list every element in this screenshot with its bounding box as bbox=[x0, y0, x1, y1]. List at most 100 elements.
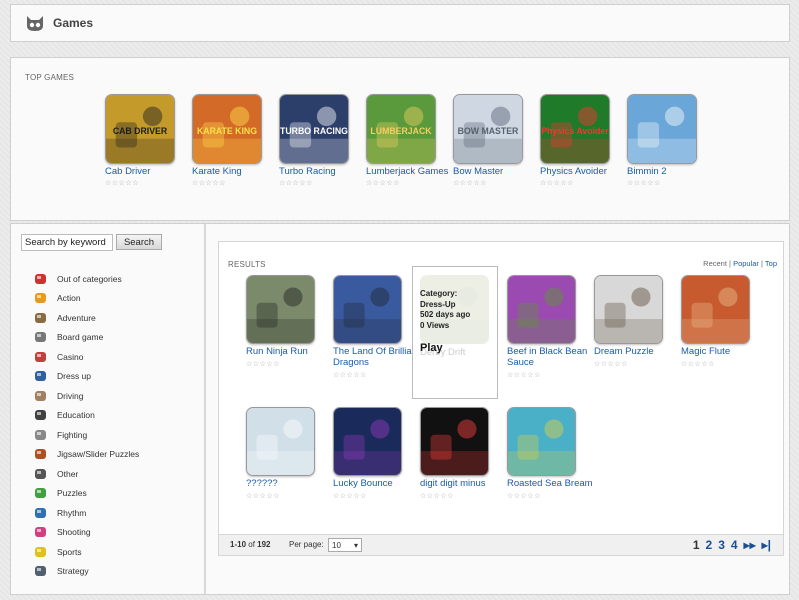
result-item[interactable]: The Land Of Brilliant Dragons ☆☆☆☆☆ bbox=[333, 275, 420, 407]
game-thumbnail[interactable]: LUMBERJACK bbox=[366, 94, 436, 164]
category-item[interactable]: Board game bbox=[33, 328, 139, 348]
game-thumbnail[interactable] bbox=[594, 275, 663, 344]
page-link[interactable]: 3 bbox=[718, 538, 725, 552]
game-thumbnail[interactable]: TURBO RACING bbox=[279, 94, 349, 164]
search-button[interactable]: Search bbox=[116, 234, 162, 250]
top-game-item[interactable]: LUMBERJACK Lumberjack Games ☆☆☆☆☆ bbox=[366, 94, 453, 187]
category-item[interactable]: Education bbox=[33, 406, 139, 426]
game-thumbnail[interactable] bbox=[681, 275, 750, 344]
game-thumbnail[interactable] bbox=[420, 407, 489, 476]
last-icon[interactable]: ▸| bbox=[762, 538, 771, 552]
game-thumbnail[interactable] bbox=[246, 275, 315, 344]
rating-stars: ☆☆☆☆☆ bbox=[246, 361, 280, 368]
category-icon bbox=[33, 447, 48, 461]
game-thumbnail[interactable] bbox=[627, 94, 697, 164]
page-link[interactable]: 2 bbox=[706, 538, 713, 552]
per-page-select[interactable]: 10 ▾ bbox=[328, 538, 362, 552]
top-game-item[interactable]: KARATE KING Karate King ☆☆☆☆☆ bbox=[192, 94, 279, 187]
top-game-item[interactable]: Bimmin 2 ☆☆☆☆☆ bbox=[627, 94, 714, 187]
rating-stars: ☆☆☆☆☆ bbox=[366, 180, 400, 187]
game-thumbnail[interactable] bbox=[246, 407, 315, 476]
result-item[interactable]: Lucky Bounce ☆☆☆☆☆ bbox=[333, 407, 420, 539]
gamepad-cat-icon bbox=[27, 16, 43, 31]
category-value: Dress-Up bbox=[420, 299, 456, 309]
rating-stars: ☆☆☆☆☆ bbox=[105, 180, 139, 187]
top-game-item[interactable]: TURBO RACING Turbo Racing ☆☆☆☆☆ bbox=[279, 94, 366, 187]
result-item[interactable]: digit digit minus ☆☆☆☆☆ bbox=[420, 407, 507, 539]
category-label: Board game bbox=[57, 332, 104, 343]
page-link[interactable]: 1 bbox=[693, 538, 700, 552]
game-title-link[interactable]: Turbo Racing bbox=[279, 166, 366, 177]
game-thumbnail[interactable] bbox=[507, 407, 576, 476]
top-game-item[interactable]: Physics Avoider Physics Avoider ☆☆☆☆☆ bbox=[540, 94, 627, 187]
top-games-label: TOP GAMES bbox=[25, 73, 75, 82]
svg-text:BOW MASTER: BOW MASTER bbox=[458, 126, 519, 136]
pagination: 1 2 3 4 ▸▸ ▸| bbox=[687, 538, 771, 552]
rating-stars: ☆☆☆☆☆ bbox=[279, 180, 313, 187]
game-title-link[interactable]: Bow Master bbox=[453, 166, 540, 177]
result-item[interactable]: Beef in Black Bean Sauce ☆☆☆☆☆ bbox=[507, 275, 594, 407]
category-icon bbox=[33, 408, 48, 422]
game-title-link[interactable]: digit digit minus bbox=[420, 478, 507, 489]
game-title-link[interactable]: Karate King bbox=[192, 166, 279, 177]
category-item[interactable]: Jigsaw/Slider Puzzles bbox=[33, 445, 139, 465]
sort-popular-link[interactable]: Popular bbox=[733, 259, 759, 268]
category-item[interactable]: Out of categories bbox=[33, 269, 139, 289]
top-game-item[interactable]: CAB DRIVER Cab Driver ☆☆☆☆☆ bbox=[105, 94, 192, 187]
game-title-link[interactable]: Bimmin 2 bbox=[627, 166, 714, 177]
game-hover-card[interactable]: Derby Drift Category: Dress-Up 502 days … bbox=[412, 266, 498, 399]
game-title-link[interactable]: Physics Avoider bbox=[540, 166, 627, 177]
game-title-link[interactable]: Lumberjack Games bbox=[366, 166, 453, 177]
category-item[interactable]: Rhythm bbox=[33, 503, 139, 523]
result-item[interactable]: Magic Flute ☆☆☆☆☆ bbox=[681, 275, 768, 407]
game-thumbnail[interactable] bbox=[333, 275, 402, 344]
result-item[interactable]: Derby Drift Category: Dress-Up 502 days … bbox=[412, 266, 507, 407]
category-item[interactable]: Driving bbox=[33, 386, 139, 406]
game-title-link[interactable]: Magic Flute bbox=[681, 346, 768, 357]
game-title-link[interactable]: The Land Of Brilliant Dragons bbox=[333, 346, 420, 368]
game-thumbnail[interactable]: KARATE KING bbox=[192, 94, 262, 164]
game-title-link[interactable]: Dream Puzzle bbox=[594, 346, 681, 357]
top-game-item[interactable]: BOW MASTER Bow Master ☆☆☆☆☆ bbox=[453, 94, 540, 187]
game-title-link[interactable]: Beef in Black Bean Sauce bbox=[507, 346, 594, 368]
next-icon[interactable]: ▸▸ bbox=[744, 538, 756, 552]
search-input[interactable] bbox=[21, 234, 113, 251]
game-thumbnail[interactable] bbox=[333, 407, 402, 476]
category-item[interactable]: Sports bbox=[33, 542, 139, 562]
game-title-link[interactable]: Run Ninja Run bbox=[246, 346, 333, 357]
results-grid: Run Ninja Run ☆☆☆☆☆ The Land Of Brillian… bbox=[246, 266, 786, 539]
per-page-label: Per page: bbox=[289, 540, 324, 549]
game-title-link[interactable]: ?????? bbox=[246, 478, 333, 489]
result-item[interactable]: Roasted Sea Bream ☆☆☆☆☆ bbox=[507, 407, 594, 539]
category-item[interactable]: Strategy bbox=[33, 562, 139, 582]
category-item[interactable]: Other bbox=[33, 464, 139, 484]
result-item[interactable]: ?????? ☆☆☆☆☆ bbox=[246, 407, 333, 539]
category-item[interactable]: Puzzles bbox=[33, 484, 139, 504]
game-title-link[interactable]: Cab Driver bbox=[105, 166, 192, 177]
game-thumbnail[interactable]: BOW MASTER bbox=[453, 94, 523, 164]
game-thumbnail[interactable] bbox=[507, 275, 576, 344]
rating-stars: ☆☆☆☆☆ bbox=[192, 180, 226, 187]
game-thumbnail[interactable]: CAB DRIVER bbox=[105, 94, 175, 164]
category-label: Action bbox=[57, 293, 81, 304]
category-item[interactable]: Casino bbox=[33, 347, 139, 367]
category-item[interactable]: Fighting bbox=[33, 425, 139, 445]
category-icon bbox=[33, 272, 48, 286]
sort-recent-link[interactable]: Recent bbox=[703, 259, 727, 268]
category-item[interactable]: Dress up bbox=[33, 367, 139, 387]
game-title-link[interactable]: Roasted Sea Bream bbox=[507, 478, 594, 489]
game-title-link[interactable]: Lucky Bounce bbox=[333, 478, 420, 489]
game-thumbnail[interactable]: Physics Avoider bbox=[540, 94, 610, 164]
page-link[interactable]: 4 bbox=[731, 538, 738, 552]
rating-stars: ☆☆☆☆☆ bbox=[507, 372, 541, 379]
result-item[interactable]: Dream Puzzle ☆☆☆☆☆ bbox=[594, 275, 681, 407]
result-item[interactable]: Run Ninja Run ☆☆☆☆☆ bbox=[246, 275, 333, 407]
category-label: Shooting bbox=[57, 527, 91, 538]
category-label: Other bbox=[57, 468, 79, 479]
category-item[interactable]: Adventure bbox=[33, 308, 139, 328]
category-label: Dress up bbox=[57, 371, 92, 382]
play-button[interactable]: Play bbox=[420, 342, 443, 354]
category-item[interactable]: Action bbox=[33, 289, 139, 309]
category-item[interactable]: Shooting bbox=[33, 523, 139, 543]
sort-top-link[interactable]: Top bbox=[765, 259, 777, 268]
